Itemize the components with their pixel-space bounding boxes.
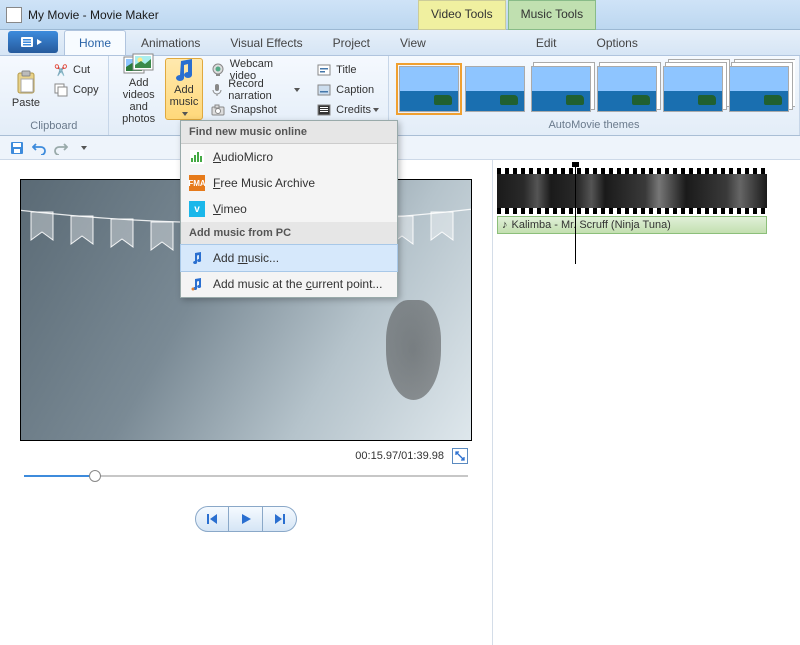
- timeline-pane: ♪ Kalimba - Mr. Scruff (Ninja Tuna): [492, 160, 800, 645]
- theme-thumb-2[interactable]: [465, 66, 525, 112]
- fullscreen-button[interactable]: [452, 448, 468, 464]
- tab-home[interactable]: Home: [64, 30, 126, 55]
- caption-label: Caption: [336, 84, 374, 96]
- menu-item-free-music-archive[interactable]: FMA Free Music Archive: [181, 170, 397, 196]
- tab-animations[interactable]: Animations: [126, 30, 215, 55]
- vimeo-icon: v: [189, 201, 205, 217]
- group-clipboard: Paste ✂️ Cut Copy Clipboard: [0, 56, 109, 135]
- record-label: Record narration: [228, 78, 292, 102]
- play-button[interactable]: [229, 506, 263, 532]
- music-note-point-icon: [189, 276, 205, 292]
- tab-project[interactable]: Project: [318, 30, 385, 55]
- video-clip[interactable]: [497, 168, 767, 214]
- menu-item-vimeo[interactable]: v Vimeo: [181, 196, 397, 222]
- menu-item-add-music-current-point[interactable]: Add music at the current point...: [181, 271, 397, 297]
- cut-label: Cut: [73, 64, 90, 76]
- theme-thumb-3[interactable]: [531, 66, 591, 112]
- paste-label: Paste: [12, 97, 40, 109]
- prev-frame-button[interactable]: [195, 506, 229, 532]
- quick-access-toolbar: [0, 136, 800, 160]
- add-music-button[interactable]: Add music: [165, 58, 204, 120]
- credits-button[interactable]: Credits: [311, 100, 384, 120]
- fma-icon: FMA: [189, 175, 205, 191]
- dropdown-header-online: Find new music online: [181, 121, 397, 144]
- add-music-dropdown: Find new music online AudioMicro FMA Fre…: [180, 120, 398, 298]
- workspace: 00:15.97/01:39.98 ♪ Kalimba - Mr. Scruff…: [0, 160, 800, 645]
- time-display: 00:15.97/01:39.98: [355, 450, 444, 462]
- add-music-l2: music: [166, 96, 203, 120]
- add-videos-photos-button[interactable]: Add videos and photos: [113, 58, 165, 120]
- music-note-icon: [168, 58, 200, 84]
- menu-item-add-music[interactable]: Add music...: [181, 245, 397, 271]
- group-clipboard-label: Clipboard: [4, 120, 104, 134]
- save-button[interactable]: [8, 139, 26, 157]
- dropdown-header-pc: Add music from PC: [181, 222, 397, 245]
- menu-item-audiomicro[interactable]: AudioMicro: [181, 144, 397, 170]
- window-title: My Movie - Movie Maker: [28, 8, 159, 22]
- record-narration-button[interactable]: Record narration: [205, 80, 305, 100]
- music-note-small-icon: [189, 250, 205, 266]
- next-frame-button[interactable]: [263, 506, 297, 532]
- copy-button[interactable]: Copy: [48, 80, 104, 100]
- tab-visual-effects[interactable]: Visual Effects: [215, 30, 317, 55]
- music-clip[interactable]: ♪ Kalimba - Mr. Scruff (Ninja Tuna): [497, 216, 767, 234]
- redo-button[interactable]: [52, 139, 70, 157]
- file-menu-button[interactable]: [8, 31, 58, 53]
- theme-thumb-5[interactable]: [663, 66, 723, 112]
- playhead[interactable]: [575, 164, 576, 264]
- group-automovie-themes: AutoMovie themes: [389, 56, 800, 135]
- caption-button[interactable]: Caption: [311, 80, 384, 100]
- ribbon-tab-row: Home Animations Visual Effects Project V…: [0, 30, 800, 56]
- clipboard-icon: [10, 69, 42, 97]
- theme-thumb-4[interactable]: [597, 66, 657, 112]
- copy-label: Copy: [73, 84, 99, 96]
- webcam-video-button[interactable]: Webcam video: [205, 60, 305, 80]
- tab-music-tools[interactable]: Music Tools: [508, 0, 596, 30]
- title-button[interactable]: Title: [311, 60, 384, 80]
- title-label: Title: [336, 64, 356, 76]
- cut-button[interactable]: ✂️ Cut: [48, 60, 104, 80]
- tab-edit[interactable]: Edit: [521, 30, 572, 55]
- group-themes-label: AutoMovie themes: [393, 119, 795, 133]
- music-note-tiny-icon: ♪: [502, 219, 508, 231]
- camera-icon: [210, 102, 226, 118]
- copy-icon: [53, 82, 69, 98]
- theme-thumb-1[interactable]: [399, 66, 459, 112]
- audiomicro-icon: [189, 149, 205, 165]
- add-videos-l1: Add videos: [114, 77, 164, 101]
- title-icon: [316, 62, 332, 78]
- microphone-icon: [210, 82, 224, 98]
- tab-view[interactable]: View: [385, 30, 441, 55]
- transport-controls: [14, 506, 478, 532]
- snapshot-label: Snapshot: [230, 104, 276, 116]
- music-clip-label: Kalimba - Mr. Scruff (Ninja Tuna): [512, 219, 671, 231]
- seek-slider[interactable]: [24, 468, 468, 484]
- photos-icon: [123, 53, 155, 77]
- undo-button[interactable]: [30, 139, 48, 157]
- paste-button[interactable]: Paste: [4, 58, 48, 120]
- vimeo-label: Vimeo: [213, 202, 247, 216]
- webcam-icon: [210, 62, 226, 78]
- app-icon: [6, 7, 22, 23]
- theme-thumb-6[interactable]: [729, 66, 789, 112]
- credits-label: Credits: [336, 104, 371, 116]
- add-music-point-label: Add music at the current point...: [213, 277, 382, 291]
- add-music-label: Add music...: [213, 251, 279, 265]
- add-videos-l2: and photos: [114, 101, 164, 125]
- caption-icon: [316, 82, 332, 98]
- contextual-tabs: Video Tools Music Tools: [418, 0, 596, 30]
- qat-customize[interactable]: [74, 139, 92, 157]
- credits-icon: [316, 102, 332, 118]
- scissors-icon: ✂️: [53, 62, 69, 78]
- add-music-l1: Add: [174, 84, 194, 96]
- ribbon: Paste ✂️ Cut Copy Clipboard: [0, 56, 800, 136]
- tab-video-tools[interactable]: Video Tools: [418, 0, 506, 30]
- audiomicro-label: AudioMicro: [213, 150, 273, 164]
- tab-options[interactable]: Options: [582, 30, 653, 55]
- fma-label: Free Music Archive: [213, 176, 315, 190]
- title-bar: My Movie - Movie Maker: [0, 0, 800, 30]
- snapshot-button[interactable]: Snapshot: [205, 100, 305, 120]
